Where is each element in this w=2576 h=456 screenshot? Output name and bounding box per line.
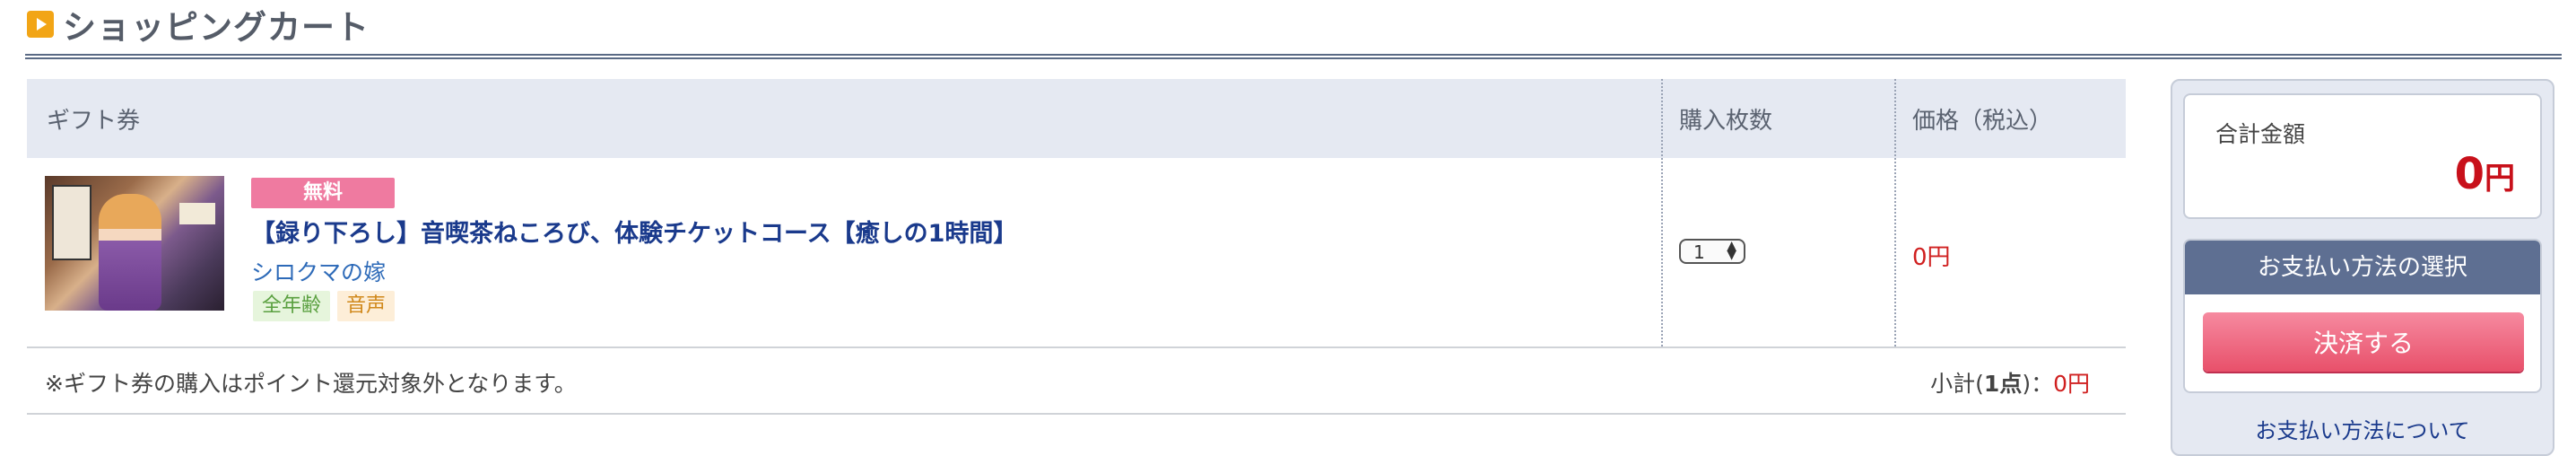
note-row: ※ギフト券の購入はポイント還元対象外となります。 小計(1点)：0円 — [27, 348, 2126, 415]
table-header: ギフト券 購入枚数 価格（税込） — [27, 79, 2126, 158]
payment-box: お支払い方法の選択 決済する — [2183, 239, 2542, 393]
maker-link[interactable]: シロクマの嫁 — [251, 255, 386, 287]
product-title-link[interactable]: 【録り下ろし】音喫茶ねころび、体験チケットコース【癒しの1時間】 — [251, 214, 1017, 249]
total-amount-value: 0 — [2454, 149, 2485, 199]
subtotal-count: 1点 — [1983, 371, 2023, 397]
checkout-button[interactable]: 決済する — [2203, 312, 2524, 372]
cart-row: 無料 【録り下ろし】音喫茶ねころび、体験チケットコース【癒しの1時間】 シロクマ… — [27, 158, 2126, 348]
age-rating-tag: 全年齢 — [253, 291, 331, 321]
subtotal-amount: 0円 — [2053, 371, 2090, 397]
total-label: 合計金額 — [2215, 121, 2306, 147]
quantity-select[interactable]: 1 ▲ ▼ — [1679, 239, 1745, 264]
total-amount-unit: 円 — [2485, 161, 2515, 197]
column-header-price: 価格（税込） — [1912, 108, 2053, 135]
item-price: 0円 — [1912, 244, 1951, 271]
page-title: ショッピングカート — [63, 8, 370, 47]
column-header-quantity: 購入枚数 — [1679, 108, 1773, 135]
payment-method-header: お支払い方法の選択 — [2185, 241, 2540, 294]
page-header: ショッピングカート — [25, 0, 2562, 59]
stepper-arrows-icon: ▲ ▼ — [1727, 239, 1736, 262]
point-note: ※ギフト券の購入はポイント還元対象外となります。 — [45, 371, 577, 397]
subtotal-label: 小計( — [1930, 371, 1984, 397]
subtotal-separator: )： — [2022, 371, 2054, 397]
subtotal: 小計(1点)：0円 — [1930, 366, 2090, 399]
cart-table: ギフト券 購入枚数 価格（税込） 無料 【録り下ろし】音喫茶ねころび、体験チケッ… — [27, 79, 2126, 415]
payment-about-link[interactable]: お支払い方法について — [2172, 413, 2553, 444]
order-summary: 合計金額 0円 お支払い方法の選択 決済する お支払い方法について — [2171, 79, 2554, 456]
total-amount: 0円 — [2455, 149, 2515, 199]
product-thumbnail[interactable] — [45, 176, 224, 311]
column-header-item: ギフト券 — [47, 108, 141, 135]
genre-tag: 音声 — [337, 291, 396, 321]
play-square-icon — [27, 11, 54, 38]
total-box: 合計金額 0円 — [2183, 93, 2542, 219]
free-badge: 無料 — [251, 178, 395, 208]
quantity-value: 1 — [1693, 241, 1705, 263]
